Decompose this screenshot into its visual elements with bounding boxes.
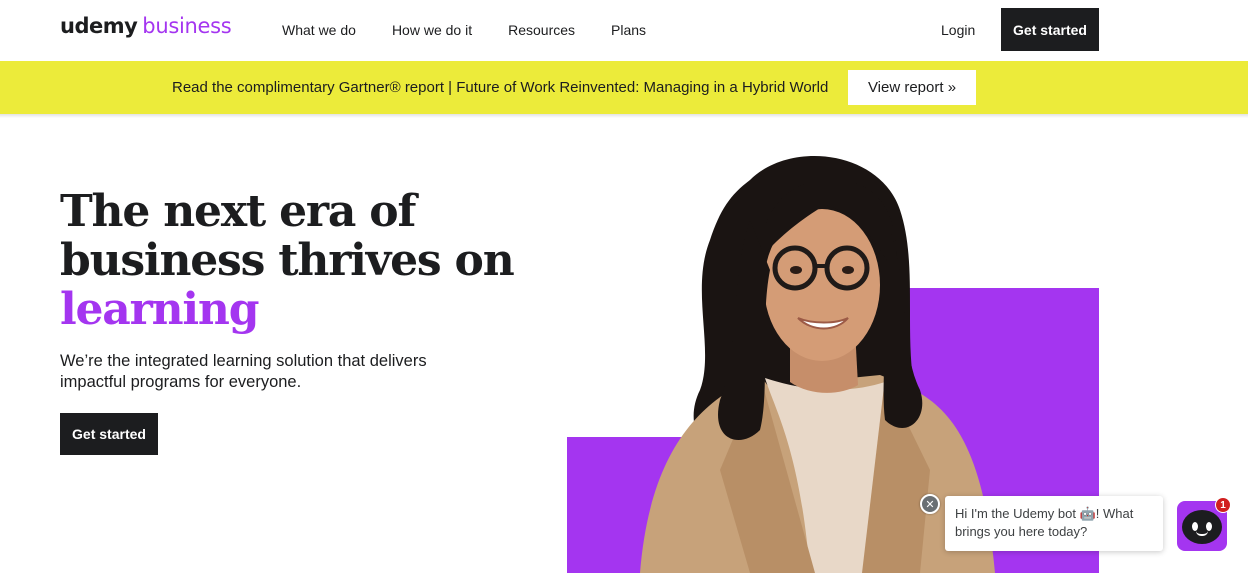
headline-accent-word: learning <box>60 284 259 335</box>
banner-divider <box>0 114 1248 118</box>
nav-what-we-do[interactable]: What we do <box>282 22 356 38</box>
header-get-started-button[interactable]: Get started <box>1001 8 1099 51</box>
site-header: udemy business What we do How we do it R… <box>0 0 1248 60</box>
udemy-business-logo[interactable]: udemy business <box>60 14 232 38</box>
hero-subtext: We’re the integrated learning solution t… <box>60 352 427 391</box>
bot-left-eye <box>1192 522 1198 531</box>
promo-banner: Read the complimentary Gartner® report |… <box>0 61 1248 114</box>
bot-mouth <box>1196 531 1208 536</box>
notification-badge: 1 <box>1215 497 1231 513</box>
hero-get-started-button[interactable]: Get started <box>60 413 158 455</box>
headline-line-1: The next era of <box>60 186 416 237</box>
banner-text: Read the complimentary Gartner® report |… <box>172 79 829 96</box>
chat-message-bubble[interactable]: Hi I'm the Udemy bot 🤖! What brings you … <box>945 496 1163 551</box>
headline-line-2: business thrives on <box>60 235 515 286</box>
chat-bot-icon <box>1182 510 1222 544</box>
main-nav: What we do How we do it Resources Plans <box>282 22 682 38</box>
view-report-button[interactable]: View report » <box>848 70 976 105</box>
nav-how-we-do-it[interactable]: How we do it <box>392 22 472 38</box>
close-icon: ✕ <box>925 498 935 511</box>
hero-headline: The next era of business thrives on lear… <box>60 187 530 334</box>
login-link[interactable]: Login <box>941 22 975 38</box>
logo-udemy-text: udemy <box>60 14 138 38</box>
nav-resources[interactable]: Resources <box>508 22 575 38</box>
bot-right-eye <box>1206 522 1212 531</box>
chat-close-button[interactable]: ✕ <box>920 494 940 514</box>
logo-business-text: business <box>142 14 232 38</box>
nav-plans[interactable]: Plans <box>611 22 646 38</box>
